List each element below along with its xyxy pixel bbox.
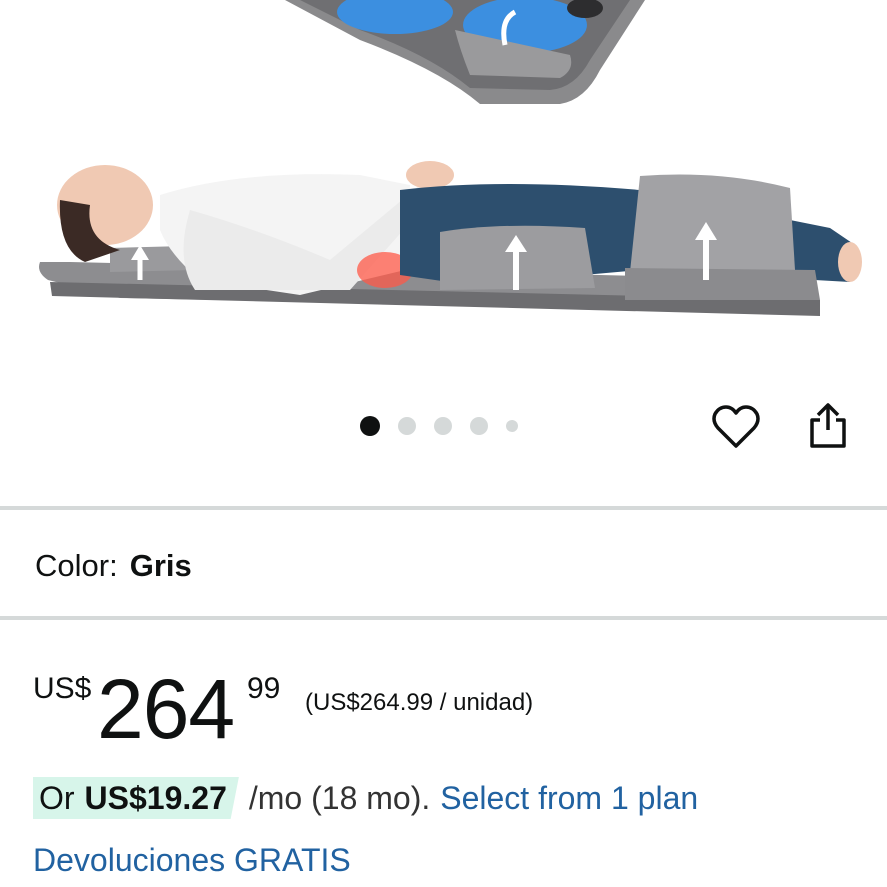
installment-prefix: Or	[39, 779, 75, 816]
installment-offer: Or US$19.27 /mo (18 mo). Select from 1 p…	[33, 776, 698, 820]
color-value: Gris	[129, 548, 192, 583]
carousel-dot-2[interactable]	[398, 417, 416, 435]
price-whole: 264	[97, 662, 235, 756]
color-label: Color:	[35, 548, 118, 583]
price-currency: US$	[33, 672, 92, 705]
heart-outline-icon	[712, 405, 760, 448]
share-button[interactable]	[804, 400, 852, 452]
image-carousel-indicator[interactable]	[360, 416, 536, 436]
section-divider	[0, 506, 887, 510]
share-icon	[810, 403, 846, 448]
massage-mat-image	[39, 0, 862, 316]
favorite-button[interactable]	[710, 402, 762, 452]
price-fraction: 99	[247, 672, 281, 705]
installment-badge: Or US$19.27	[33, 777, 239, 819]
free-returns-link[interactable]: Devoluciones GRATIS	[33, 838, 351, 882]
carousel-dot-1[interactable]	[360, 416, 380, 436]
carousel-dot-4[interactable]	[470, 417, 488, 435]
carousel-dot-3[interactable]	[434, 417, 452, 435]
select-plan-link[interactable]: Select from 1 plan	[440, 780, 698, 817]
color-selector[interactable]: Color: Gris	[35, 546, 192, 586]
installment-amount: US$19.27	[84, 779, 227, 816]
carousel-dot-5[interactable]	[506, 420, 518, 432]
installment-term: /mo (18 mo).	[248, 779, 431, 816]
product-image[interactable]	[0, 0, 887, 390]
section-divider	[0, 616, 887, 620]
unit-price: (US$264.99 / unidad)	[305, 689, 534, 716]
